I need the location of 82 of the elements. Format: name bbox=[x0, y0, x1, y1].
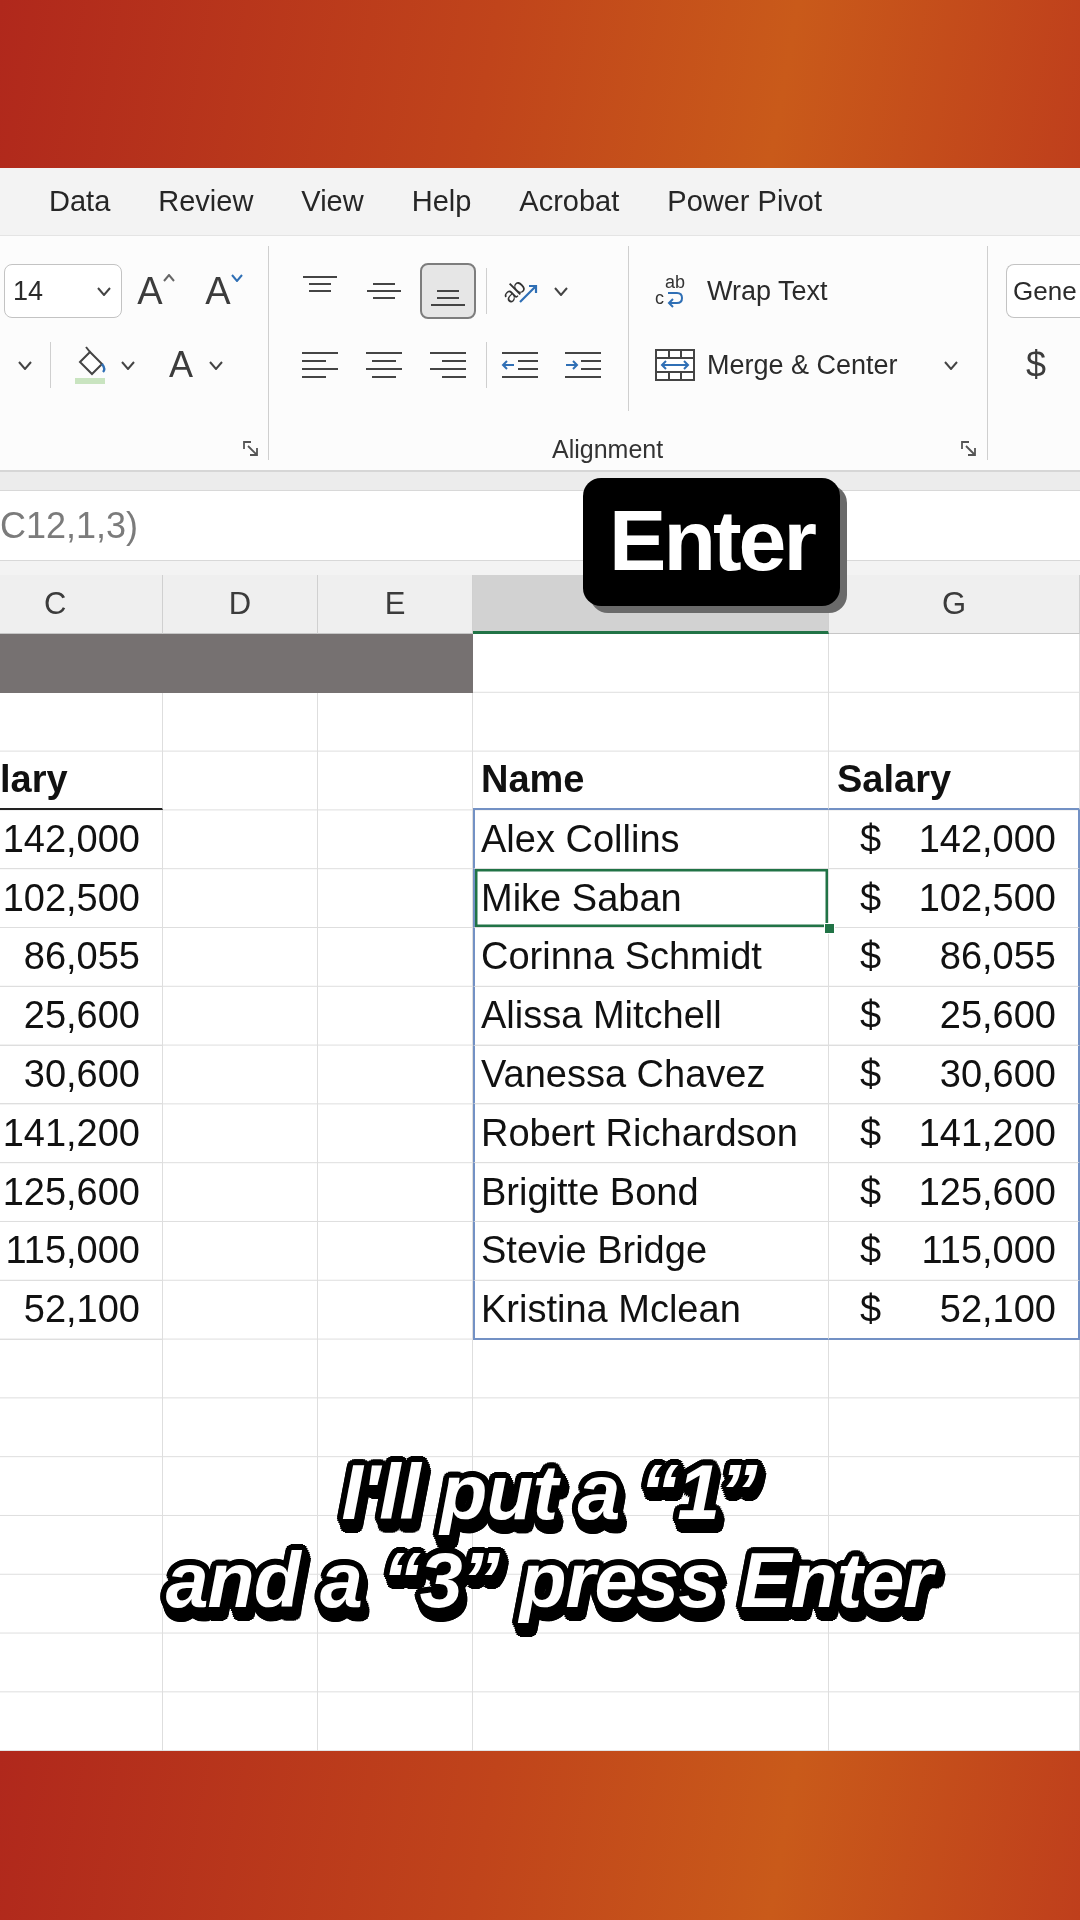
salary-amount: 125,600 bbox=[918, 1170, 1056, 1214]
caret-icon bbox=[209, 360, 223, 370]
salary-amount: 30,600 bbox=[939, 1052, 1056, 1096]
currency-sign: $ bbox=[860, 1229, 882, 1273]
font-color-button[interactable]: A bbox=[163, 337, 229, 393]
ribbon-tab[interactable]: Power Pivot bbox=[643, 168, 847, 235]
indent-icon bbox=[563, 350, 603, 380]
currency-sign: $ bbox=[860, 994, 882, 1038]
salary-amount: 102,500 bbox=[918, 876, 1056, 920]
column-heading: Name bbox=[473, 751, 829, 811]
salary-amount: 115,000 bbox=[921, 1229, 1056, 1273]
caret-icon bbox=[943, 360, 958, 370]
column-heading: lary bbox=[0, 751, 163, 811]
align-top-icon bbox=[300, 275, 340, 293]
ribbon-tab[interactable]: Help bbox=[387, 168, 496, 235]
dialog-launcher-icon[interactable] bbox=[961, 441, 977, 457]
column-header[interactable]: D bbox=[163, 575, 318, 634]
currency-sign: $ bbox=[860, 1170, 882, 1214]
align-right-icon bbox=[428, 351, 468, 379]
group-label: Alignment bbox=[552, 434, 664, 464]
orientation-button[interactable]: ab bbox=[494, 263, 574, 319]
paint-bucket-icon bbox=[73, 345, 107, 385]
caret-icon bbox=[18, 360, 32, 370]
salary-cell: 30,600 bbox=[0, 1045, 163, 1105]
column-header[interactable]: C bbox=[0, 575, 163, 634]
accounting-format-button[interactable]: $ bbox=[1016, 337, 1056, 393]
number-format-dropdown[interactable]: Gene bbox=[1006, 264, 1080, 318]
salary-cell: 125,600 bbox=[0, 1163, 163, 1222]
caret-icon bbox=[121, 360, 135, 370]
salary-cell: 52,100 bbox=[0, 1280, 163, 1340]
currency-sign: $ bbox=[860, 1052, 882, 1096]
currency-sign: $ bbox=[860, 876, 882, 920]
name-cell: Stevie Bridge bbox=[473, 1221, 829, 1281]
caret-icon bbox=[230, 274, 243, 282]
outdent-icon bbox=[500, 350, 540, 380]
merge-center-button[interactable]: Merge & Center bbox=[645, 337, 968, 393]
ribbon-tab[interactable]: View bbox=[277, 168, 388, 235]
currency-sign: $ bbox=[860, 1287, 882, 1331]
salary-cell: 102,500 bbox=[0, 869, 163, 928]
formula-bar-field[interactable]: C12,1,3) bbox=[0, 491, 575, 560]
font-size-dropdown[interactable]: 14 bbox=[4, 264, 122, 318]
salary-amount: 141,200 bbox=[918, 1111, 1056, 1155]
salary-amount: 86,055 bbox=[939, 935, 1056, 979]
name-cell: Robert Richardson bbox=[473, 1104, 829, 1164]
salary-cell: 141,200 bbox=[0, 1104, 163, 1164]
vertical-align-button[interactable] bbox=[420, 263, 476, 319]
align-bottom-icon bbox=[428, 289, 468, 307]
name-cell: Alex Collins bbox=[473, 810, 829, 870]
currency-sign: $ bbox=[860, 935, 882, 979]
name-cell: Vanessa Chavez bbox=[473, 1045, 829, 1105]
column-header[interactable]: G bbox=[829, 575, 1080, 634]
salary-cell: 115,000 bbox=[0, 1221, 163, 1281]
caret-icon bbox=[554, 286, 568, 296]
merge-cells-icon bbox=[655, 349, 695, 381]
align-middle-icon bbox=[364, 282, 404, 300]
currency-sign: $ bbox=[860, 817, 882, 861]
fill-handle[interactable] bbox=[824, 923, 835, 934]
salary-amount: 142,000 bbox=[918, 817, 1056, 861]
column-heading: Salary bbox=[829, 751, 1080, 811]
shrink-font-button[interactable]: A bbox=[202, 263, 246, 319]
salary-cell: 142,000 bbox=[0, 810, 163, 870]
align-left-icon bbox=[300, 351, 340, 379]
name-cell: Alissa Mitchell bbox=[473, 986, 829, 1046]
caret-icon bbox=[162, 274, 175, 282]
column-header[interactable]: E bbox=[318, 575, 473, 634]
salary-cell: 25,600 bbox=[0, 986, 163, 1046]
name-cell: Corinna Schmidt bbox=[473, 928, 829, 987]
wrap-text-button[interactable]: ab c Wrap Text bbox=[645, 263, 838, 319]
grow-font-button[interactable]: A bbox=[134, 263, 178, 319]
align-center-icon bbox=[364, 351, 404, 379]
caret-icon bbox=[97, 286, 111, 296]
dialog-launcher-icon[interactable] bbox=[243, 441, 259, 457]
salary-amount: 25,600 bbox=[939, 994, 1056, 1038]
name-cell: Mike Saban bbox=[473, 869, 829, 928]
currency-sign: $ bbox=[860, 1111, 882, 1155]
name-cell: Kristina Mclean bbox=[473, 1280, 829, 1340]
ribbon-tab[interactable]: Review bbox=[134, 168, 278, 235]
ribbon-tab[interactable]: Data bbox=[25, 168, 135, 235]
salary-amount: 52,100 bbox=[939, 1287, 1056, 1331]
salary-cell: 86,055 bbox=[0, 928, 163, 987]
subtitle-caption: I'll put a “1” and a “3” press Enter bbox=[153, 1440, 951, 1642]
ribbon-tab[interactable]: Acrobat bbox=[495, 168, 644, 235]
